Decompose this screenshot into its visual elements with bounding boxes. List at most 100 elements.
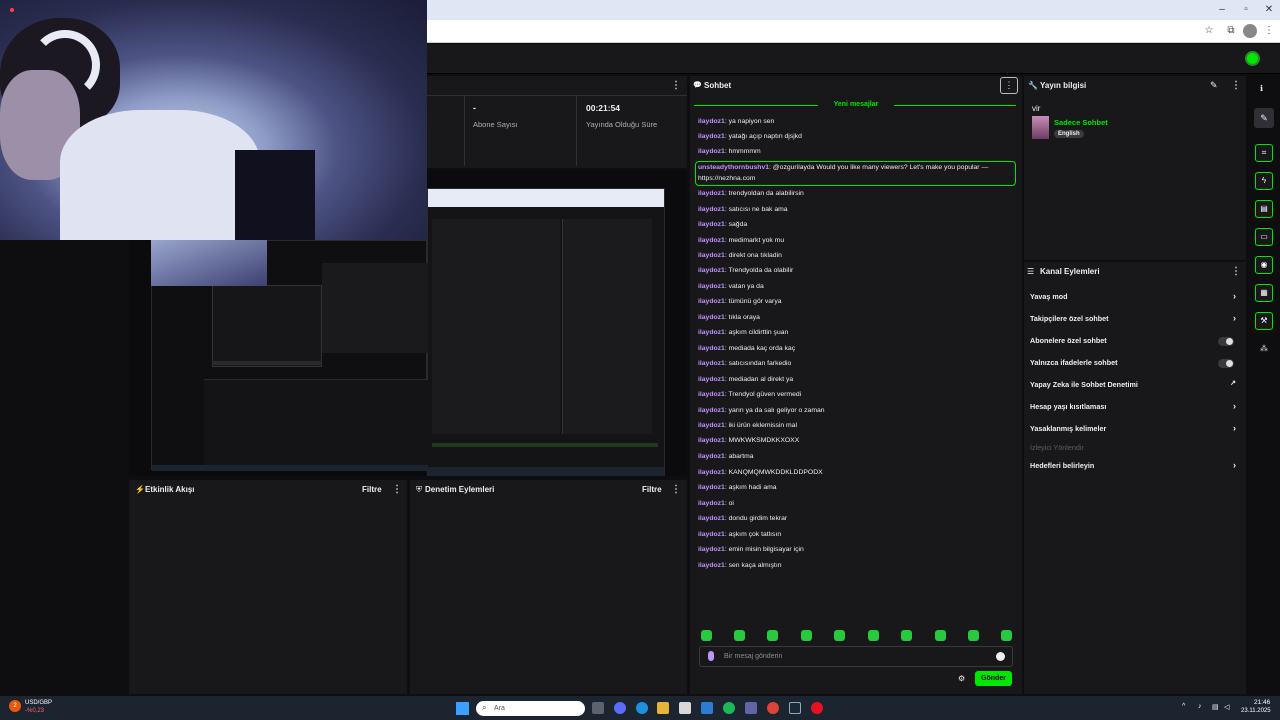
- chat-username[interactable]: ilaydoz1: [698, 283, 725, 290]
- teams-icon[interactable]: [745, 702, 757, 714]
- bolt-icon[interactable]: ϟ: [1255, 172, 1273, 190]
- channel-action-item[interactable]: Yalnızca ifadelerle sohbet: [1030, 358, 1240, 372]
- chat-username[interactable]: ilaydoz1: [698, 133, 725, 140]
- emote-icon[interactable]: [734, 630, 745, 641]
- toggle-switch[interactable]: [1218, 359, 1234, 368]
- chat-username[interactable]: ilaydoz1: [698, 453, 725, 460]
- chat-username[interactable]: ilaydoz1: [698, 252, 725, 259]
- maximize-icon[interactable]: ▫: [1236, 3, 1256, 17]
- chat-menu-icon[interactable]: ⋮: [1000, 77, 1018, 94]
- stats-menu-icon[interactable]: ⋮: [671, 80, 681, 91]
- emote-icon[interactable]: [801, 630, 812, 641]
- activity-filter-button[interactable]: Filtre: [362, 485, 382, 494]
- close-icon[interactable]: ✕: [1259, 3, 1279, 17]
- profile-avatar-icon[interactable]: [1243, 24, 1257, 38]
- ticker-symbol[interactable]: USD/GBP: [25, 700, 52, 706]
- chat-username[interactable]: ilaydoz1: [698, 391, 725, 398]
- task-view-icon[interactable]: [592, 702, 604, 714]
- chat-username[interactable]: ilaydoz1: [698, 221, 725, 228]
- wrench-tool-icon[interactable]: ⚒: [1255, 312, 1273, 330]
- chat-username[interactable]: ilaydoz1: [698, 531, 725, 538]
- share-icon[interactable]: ⁂: [1260, 344, 1268, 353]
- emote-icon[interactable]: [767, 630, 778, 641]
- activity-menu-icon[interactable]: ⋮: [392, 484, 402, 495]
- clock-date[interactable]: 23.11.2025: [1241, 708, 1271, 714]
- layout-icon[interactable]: ▦: [1255, 284, 1273, 302]
- chat-username[interactable]: ilaydoz1: [698, 329, 725, 336]
- chat-username[interactable]: ilaydoz1: [698, 190, 725, 197]
- chat-username[interactable]: unsteadythornbushv1: [698, 164, 769, 171]
- store-icon[interactable]: [679, 702, 691, 714]
- send-button[interactable]: Gönder: [975, 671, 1012, 686]
- chevron-right-icon[interactable]: ›: [1233, 313, 1236, 323]
- chat-username[interactable]: ilaydoz1: [698, 148, 725, 155]
- user-avatar[interactable]: [1245, 51, 1260, 66]
- edit-pencil-icon[interactable]: ✎: [1210, 80, 1218, 91]
- info-icon[interactable]: ℹ: [1260, 84, 1263, 93]
- mod-filter-button[interactable]: Filtre: [642, 485, 662, 494]
- minimize-icon[interactable]: –: [1212, 3, 1232, 17]
- chat-username[interactable]: ilaydoz1: [698, 562, 725, 569]
- stream-info-menu-icon[interactable]: ⋮: [1231, 80, 1241, 91]
- chat-username[interactable]: ilaydoz1: [698, 437, 725, 444]
- channel-action-item[interactable]: Yapay Zeka ile Sohbet Denetimi ↗: [1030, 380, 1240, 394]
- emote-icon[interactable]: [868, 630, 879, 641]
- channel-action-item[interactable]: Hedefleri belirleyin ›: [1030, 460, 1240, 475]
- chat-username[interactable]: ilaydoz1: [698, 376, 725, 383]
- windows-start-icon[interactable]: [456, 702, 469, 715]
- chat-username[interactable]: ilaydoz1: [698, 237, 725, 244]
- channel-action-item[interactable]: Hesap yaşı kısıtlaması ›: [1030, 401, 1240, 416]
- chat-username[interactable]: ilaydoz1: [698, 500, 725, 507]
- scan-icon[interactable]: ⌗: [1255, 144, 1273, 162]
- network-icon[interactable]: ▤: [1212, 703, 1219, 711]
- microphone-tray-icon[interactable]: ♪: [1198, 703, 1202, 710]
- copilot-icon[interactable]: [614, 702, 626, 714]
- external-link-icon[interactable]: ↗: [1230, 379, 1236, 387]
- emote-icon[interactable]: [901, 630, 912, 641]
- category-name[interactable]: Sadece Sohbet: [1054, 118, 1108, 127]
- volume-icon[interactable]: ◁: [1224, 703, 1229, 711]
- taskbar-search-input[interactable]: ⌕ Ara: [476, 701, 585, 716]
- chat-username[interactable]: ilaydoz1: [698, 360, 725, 367]
- channel-action-item[interactable]: Yasaklanmış kelimeler ›: [1030, 423, 1240, 438]
- channel-action-item[interactable]: Takipçilere özel sohbet ›: [1030, 313, 1240, 328]
- red-app-icon[interactable]: [811, 702, 823, 714]
- chevron-right-icon[interactable]: ›: [1233, 291, 1236, 301]
- edge-icon[interactable]: [636, 702, 648, 714]
- chat-username[interactable]: ilaydoz1: [698, 515, 725, 522]
- tray-chevron-icon[interactable]: ^: [1182, 703, 1185, 710]
- microphone-icon[interactable]: [708, 651, 714, 661]
- spotify-icon[interactable]: [723, 702, 735, 714]
- chat-username[interactable]: ilaydoz1: [698, 484, 725, 491]
- clock-time[interactable]: 21:46: [1254, 699, 1270, 706]
- chat-settings-gear-icon[interactable]: ⚙: [958, 674, 965, 683]
- emote-icon[interactable]: [701, 630, 712, 641]
- chat-username[interactable]: ilaydoz1: [698, 546, 725, 553]
- chat-username[interactable]: ilaydoz1: [698, 314, 725, 321]
- bookmark-star-icon[interactable]: ☆: [1202, 24, 1216, 38]
- emoji-icon[interactable]: [996, 652, 1005, 661]
- extensions-icon[interactable]: ⧉: [1224, 24, 1238, 38]
- ticker-badge[interactable]: 2: [9, 700, 21, 712]
- chevron-right-icon[interactable]: ›: [1233, 460, 1236, 470]
- outlook-icon[interactable]: [701, 702, 713, 714]
- mod-menu-icon[interactable]: ⋮: [671, 484, 681, 495]
- channel-action-item[interactable]: Yavaş mod ›: [1030, 291, 1240, 306]
- steam-icon[interactable]: [789, 702, 801, 714]
- emote-icon[interactable]: [968, 630, 979, 641]
- emote-icon[interactable]: [834, 630, 845, 641]
- message-icon[interactable]: ▭: [1255, 228, 1273, 246]
- chat-username[interactable]: ilaydoz1: [698, 267, 725, 274]
- chat-username[interactable]: ilaydoz1: [698, 422, 725, 429]
- toggle-switch[interactable]: [1218, 337, 1234, 346]
- chat-username[interactable]: ilaydoz1: [698, 407, 725, 414]
- pencil-tool-icon[interactable]: ✎: [1254, 108, 1274, 128]
- chat-username[interactable]: ilaydoz1: [698, 298, 725, 305]
- chevron-right-icon[interactable]: ›: [1233, 401, 1236, 411]
- browser-menu-icon[interactable]: ⋮: [1262, 24, 1276, 38]
- file-explorer-icon[interactable]: [657, 702, 669, 714]
- chat-username[interactable]: ilaydoz1: [698, 118, 725, 125]
- chat-username[interactable]: ilaydoz1: [698, 345, 725, 352]
- document-icon[interactable]: ▤: [1255, 200, 1273, 218]
- channel-action-item[interactable]: Abonelere özel sohbet: [1030, 336, 1240, 350]
